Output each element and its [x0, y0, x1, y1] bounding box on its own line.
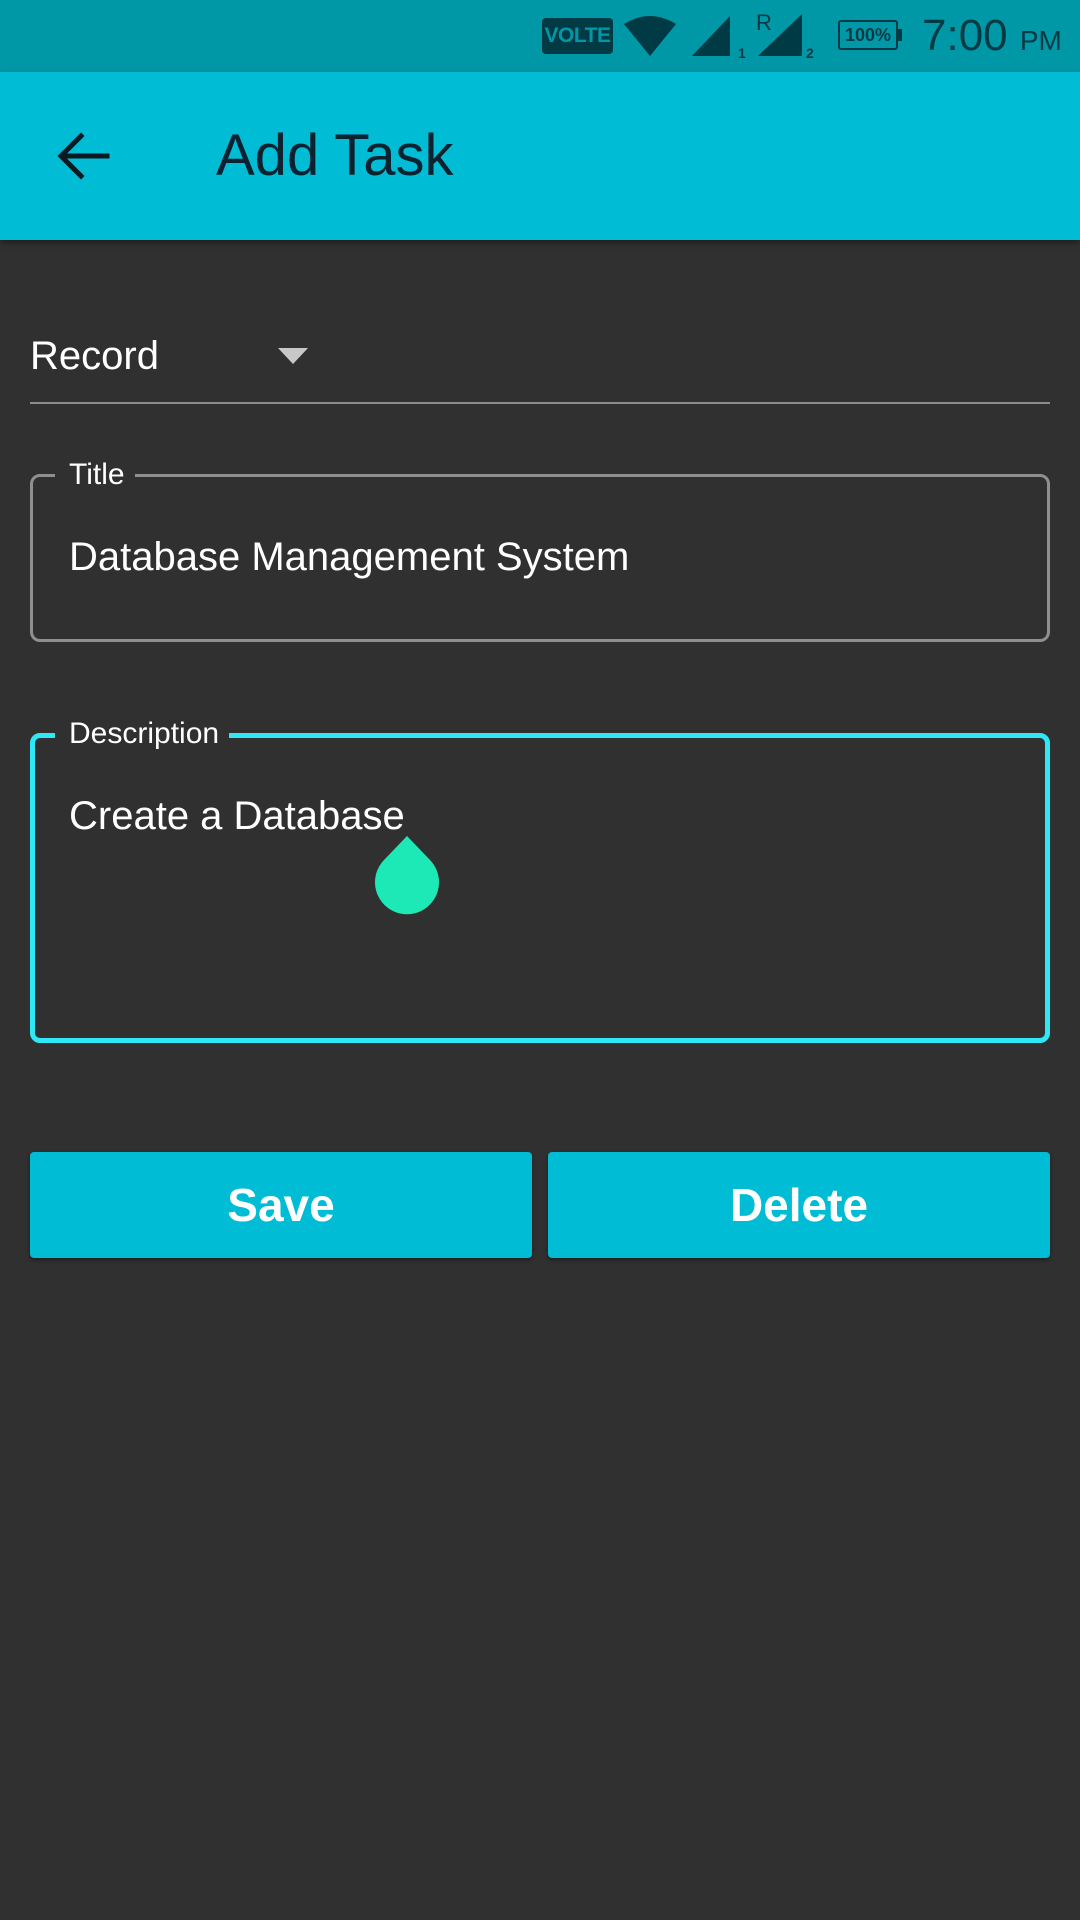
signal-sim2-icon: R 2: [756, 10, 814, 60]
wifi-icon: [624, 16, 676, 56]
battery-tip: [898, 29, 902, 41]
clock-time: 7:00: [922, 11, 1008, 60]
delete-button[interactable]: Delete: [548, 1152, 1050, 1258]
clock-ampm: PM: [1019, 25, 1062, 56]
volte-icon: VOLTE: [542, 18, 613, 54]
arrow-back-icon: [57, 132, 110, 180]
status-clock: 7:00 PM: [922, 8, 1062, 64]
category-selected-value: Record: [30, 334, 159, 378]
status-bar: VOLTE 1 R 2 100% 7:00 PM: [0, 0, 1080, 72]
sim1-label: 1: [738, 45, 746, 60]
page-title: Add Task: [216, 123, 454, 188]
description-input[interactable]: Create a Database: [69, 790, 405, 842]
signal-sim1-icon: 1: [692, 16, 746, 60]
title-field[interactable]: Title Database Management System: [30, 455, 1050, 642]
title-label: Title: [55, 455, 135, 495]
dropdown-arrow-icon: [278, 348, 308, 364]
roaming-label: R: [756, 10, 772, 35]
app-bar: Add Task: [0, 72, 1080, 240]
sim2-label: 2: [806, 45, 814, 60]
description-field[interactable]: Description Create a Database: [30, 714, 1050, 1043]
back-button[interactable]: [40, 112, 128, 200]
description-label: Description: [55, 714, 230, 754]
save-button[interactable]: Save: [30, 1152, 532, 1258]
battery-icon: 100%: [838, 20, 898, 50]
title-input[interactable]: Database Management System: [69, 531, 629, 583]
text-cursor-handle-icon[interactable]: [372, 834, 442, 916]
category-spinner[interactable]: Record: [30, 320, 1050, 404]
